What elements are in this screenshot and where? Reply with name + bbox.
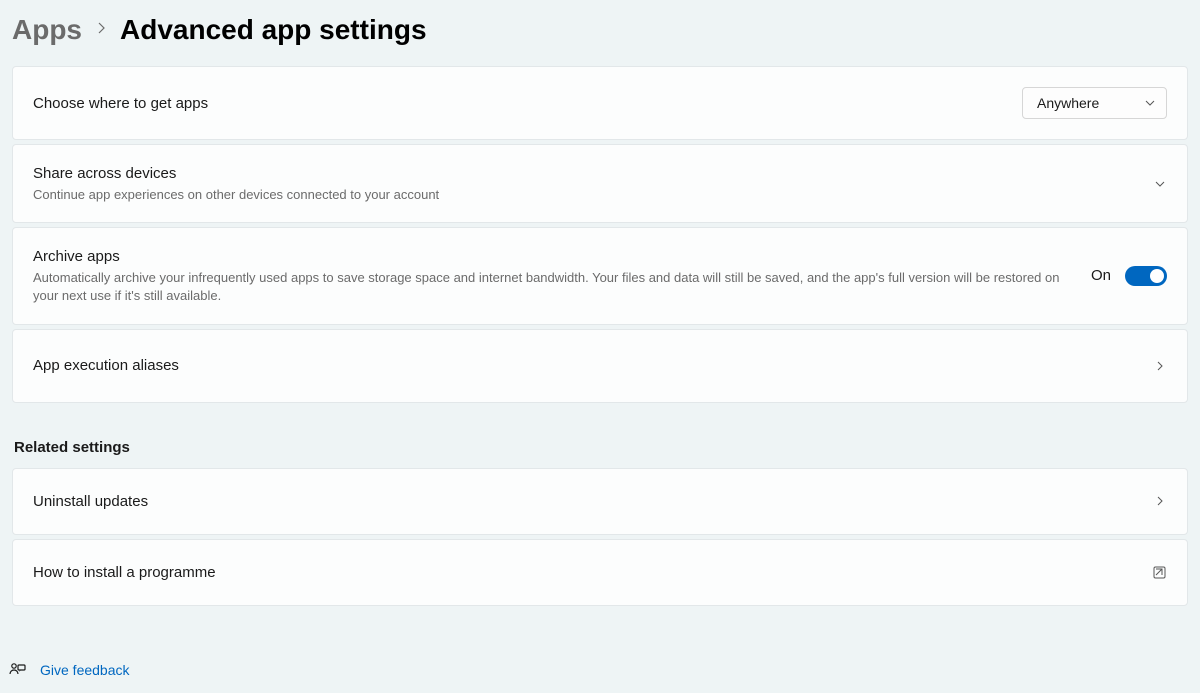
toggle-knob <box>1150 269 1164 283</box>
setting-title: Choose where to get apps <box>33 93 1002 114</box>
setting-title: App execution aliases <box>33 355 1133 376</box>
setting-choose-where: Choose where to get apps Anywhere <box>12 66 1188 140</box>
chevron-down-icon <box>1144 97 1156 109</box>
breadcrumb: Apps Advanced app settings <box>0 0 1200 60</box>
setting-share-across-devices[interactable]: Share across devices Continue app experi… <box>12 144 1188 223</box>
toggle-state-label: On <box>1091 267 1111 284</box>
feedback-icon <box>8 661 26 679</box>
external-link-icon <box>1152 565 1167 580</box>
chevron-right-icon <box>96 21 106 40</box>
chevron-right-icon <box>1153 494 1167 508</box>
choose-where-dropdown[interactable]: Anywhere <box>1022 87 1167 119</box>
setting-app-execution-aliases[interactable]: App execution aliases <box>12 329 1188 403</box>
related-settings-heading: Related settings <box>12 439 1188 456</box>
setting-archive-apps: Archive apps Automatically archive your … <box>12 227 1188 324</box>
setting-subtitle: Continue app experiences on other device… <box>33 186 1133 204</box>
dropdown-selected: Anywhere <box>1037 95 1099 111</box>
setting-title: Share across devices <box>33 163 1133 184</box>
chevron-right-icon <box>1153 359 1167 373</box>
setting-title: Archive apps <box>33 246 1071 267</box>
breadcrumb-current: Advanced app settings <box>120 14 427 46</box>
related-uninstall-updates[interactable]: Uninstall updates <box>12 468 1188 535</box>
setting-title: Uninstall updates <box>33 491 1133 512</box>
setting-subtitle: Automatically archive your infrequently … <box>33 269 1071 305</box>
setting-title: How to install a programme <box>33 562 1132 583</box>
archive-apps-toggle[interactable] <box>1125 266 1167 286</box>
feedback-row: Give feedback <box>8 661 130 679</box>
related-how-to-install[interactable]: How to install a programme <box>12 539 1188 606</box>
give-feedback-link[interactable]: Give feedback <box>40 662 130 678</box>
chevron-down-icon <box>1153 177 1167 191</box>
breadcrumb-parent-link[interactable]: Apps <box>12 14 82 46</box>
